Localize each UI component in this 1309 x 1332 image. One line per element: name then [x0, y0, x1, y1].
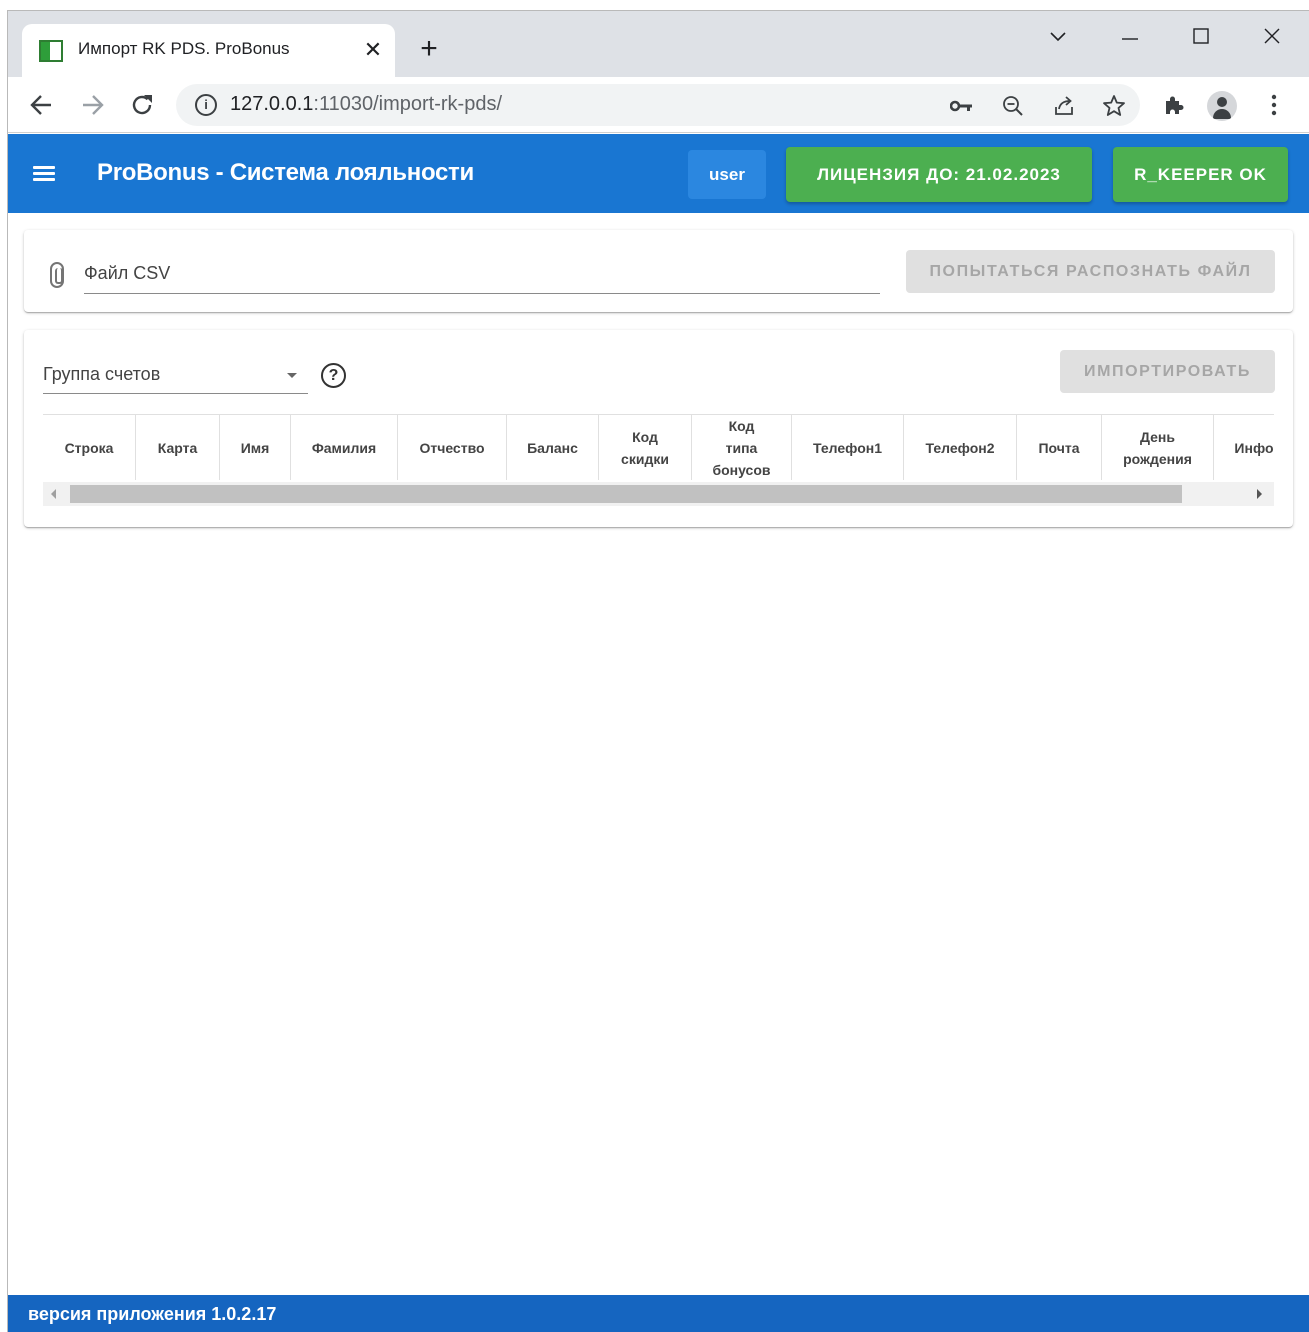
forward-icon[interactable] — [76, 89, 108, 121]
import-card: Группа счетов ? ИМПОРТИРОВАТЬ Строка Кар… — [24, 330, 1293, 527]
help-icon[interactable]: ? — [321, 363, 346, 388]
browser-tab[interactable]: Импорт RK PDS. ProBonus ✕ — [22, 24, 395, 77]
recognize-file-button[interactable]: ПОПЫТАТЬСЯ РАСПОЗНАТЬ ФАЙЛ — [906, 250, 1275, 293]
site-info-icon[interactable]: i — [195, 94, 217, 116]
column-header[interactable]: Имя — [220, 415, 291, 480]
scroll-left-icon[interactable] — [51, 489, 56, 499]
new-tab-button[interactable]: + — [413, 34, 445, 66]
csv-file-underline — [84, 293, 880, 294]
favicon-icon — [39, 40, 63, 62]
column-header[interactable]: Строка — [43, 415, 136, 480]
minimize-icon[interactable] — [1108, 19, 1152, 53]
app-title: ProBonus - Система лояльности — [97, 159, 474, 186]
scroll-right-icon[interactable] — [1257, 489, 1262, 499]
share-icon[interactable] — [1050, 92, 1078, 120]
maximize-icon[interactable] — [1179, 19, 1223, 53]
import-button[interactable]: ИМПОРТИРОВАТЬ — [1060, 350, 1275, 393]
table-header-row: Строка Карта Имя Фамилия Отчество Баланс… — [43, 415, 1274, 480]
app-bar: ProBonus - Система лояльности user ЛИЦЕН… — [8, 134, 1309, 213]
column-header[interactable]: Телефон2 — [904, 415, 1017, 480]
footer: версия приложения 1.0.2.17 — [8, 1295, 1309, 1332]
menu-dots-icon[interactable] — [1258, 89, 1290, 121]
url-text[interactable]: 127.0.0.1:11030/import-rk-pds/ — [230, 93, 502, 116]
column-header[interactable]: Почта — [1017, 415, 1102, 480]
extensions-icon[interactable] — [1158, 89, 1190, 121]
app-version: версия приложения 1.0.2.17 — [28, 1304, 277, 1324]
address-bar[interactable]: i 127.0.0.1:11030/import-rk-pds/ — [176, 84, 1140, 126]
column-header[interactable]: Фамилия — [291, 415, 398, 480]
scrollbar-thumb[interactable] — [70, 485, 1182, 503]
tab-title: Импорт RK PDS. ProBonus — [78, 39, 290, 58]
rkeeper-status-button[interactable]: R_KEEPER OK — [1113, 147, 1288, 202]
file-card: Файл CSV ПОПЫТАТЬСЯ РАСПОЗНАТЬ ФАЙЛ — [24, 230, 1293, 312]
tab-strip: Импорт RK PDS. ProBonus ✕ + — [8, 11, 1309, 77]
dropdown-arrow-icon[interactable] — [287, 373, 297, 378]
hamburger-menu-icon[interactable] — [33, 166, 55, 182]
close-window-icon[interactable] — [1250, 19, 1294, 53]
column-header[interactable]: Отчество — [398, 415, 507, 480]
column-header[interactable]: Инфо — [1214, 415, 1274, 480]
close-tab-icon[interactable]: ✕ — [359, 36, 387, 64]
column-header[interactable]: День рождения — [1102, 415, 1214, 480]
zoom-out-icon[interactable] — [999, 92, 1027, 120]
tab-search-icon[interactable] — [1036, 19, 1080, 53]
select-underline — [43, 393, 308, 394]
back-icon[interactable] — [26, 89, 58, 121]
license-button[interactable]: ЛИЦЕНЗИЯ ДО: 21.02.2023 — [786, 147, 1092, 202]
paperclip-icon[interactable] — [50, 262, 64, 288]
column-header[interactable]: Карта — [136, 415, 220, 480]
user-button[interactable]: user — [688, 150, 766, 199]
reload-icon[interactable] — [126, 89, 158, 121]
browser-toolbar: i 127.0.0.1:11030/import-rk-pds/ — [8, 77, 1309, 133]
column-header[interactable]: Телефон1 — [792, 415, 904, 480]
horizontal-scrollbar[interactable] — [43, 482, 1274, 506]
profile-avatar-icon[interactable] — [1207, 91, 1237, 121]
account-group-select[interactable]: Группа счетов — [43, 364, 160, 385]
bookmark-star-icon[interactable] — [1100, 92, 1128, 120]
key-icon[interactable] — [948, 92, 976, 120]
column-header[interactable]: Код скидки — [599, 415, 692, 480]
import-table: Строка Карта Имя Фамилия Отчество Баланс… — [43, 414, 1274, 480]
csv-file-input[interactable]: Файл CSV — [84, 263, 170, 284]
column-header[interactable]: Код типа бонусов — [692, 415, 792, 480]
column-header[interactable]: Баланс — [507, 415, 599, 480]
browser-window: Импорт RK PDS. ProBonus ✕ + i 127.0.0.1:… — [7, 10, 1309, 1332]
